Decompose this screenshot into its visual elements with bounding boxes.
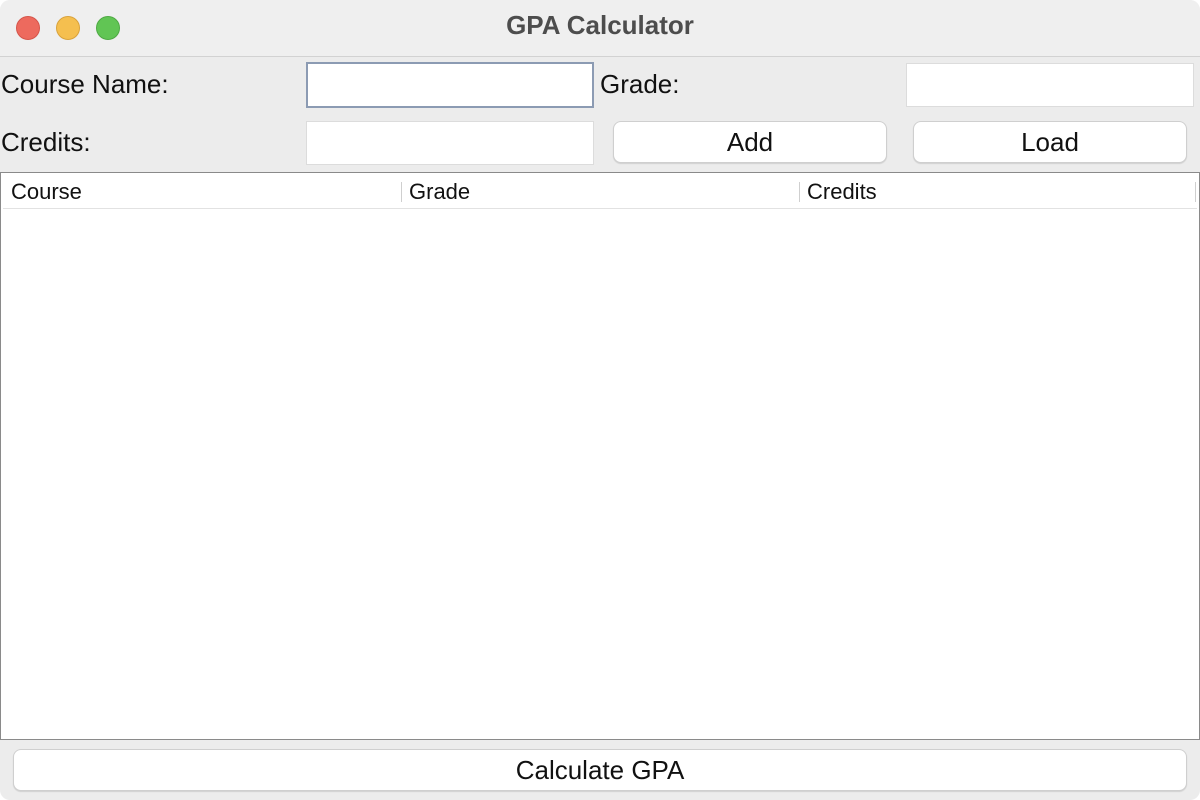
course-name-label: Course Name: xyxy=(1,69,169,99)
column-header-credits[interactable]: Credits xyxy=(799,175,1195,208)
course-name-input[interactable] xyxy=(306,62,594,108)
courses-table[interactable]: Course Grade Credits xyxy=(0,172,1200,740)
window-title: GPA Calculator xyxy=(506,10,694,40)
title-bar: GPA Calculator xyxy=(0,0,1200,57)
grade-input[interactable] xyxy=(906,63,1194,107)
credits-input[interactable] xyxy=(306,121,594,165)
app-window: GPA Calculator Course Name: Grade: Credi… xyxy=(0,0,1200,800)
table-body[interactable] xyxy=(3,209,1197,737)
grade-label: Grade: xyxy=(600,69,680,99)
column-header-grade[interactable]: Grade xyxy=(401,175,799,208)
load-button[interactable]: Load xyxy=(913,121,1187,163)
credits-label: Credits: xyxy=(1,127,91,157)
column-divider[interactable] xyxy=(1195,182,1196,202)
table-header: Course Grade Credits xyxy=(3,175,1197,209)
add-button[interactable]: Add xyxy=(613,121,887,163)
calculate-gpa-button[interactable]: Calculate GPA xyxy=(13,749,1187,791)
column-header-course[interactable]: Course xyxy=(3,175,401,208)
